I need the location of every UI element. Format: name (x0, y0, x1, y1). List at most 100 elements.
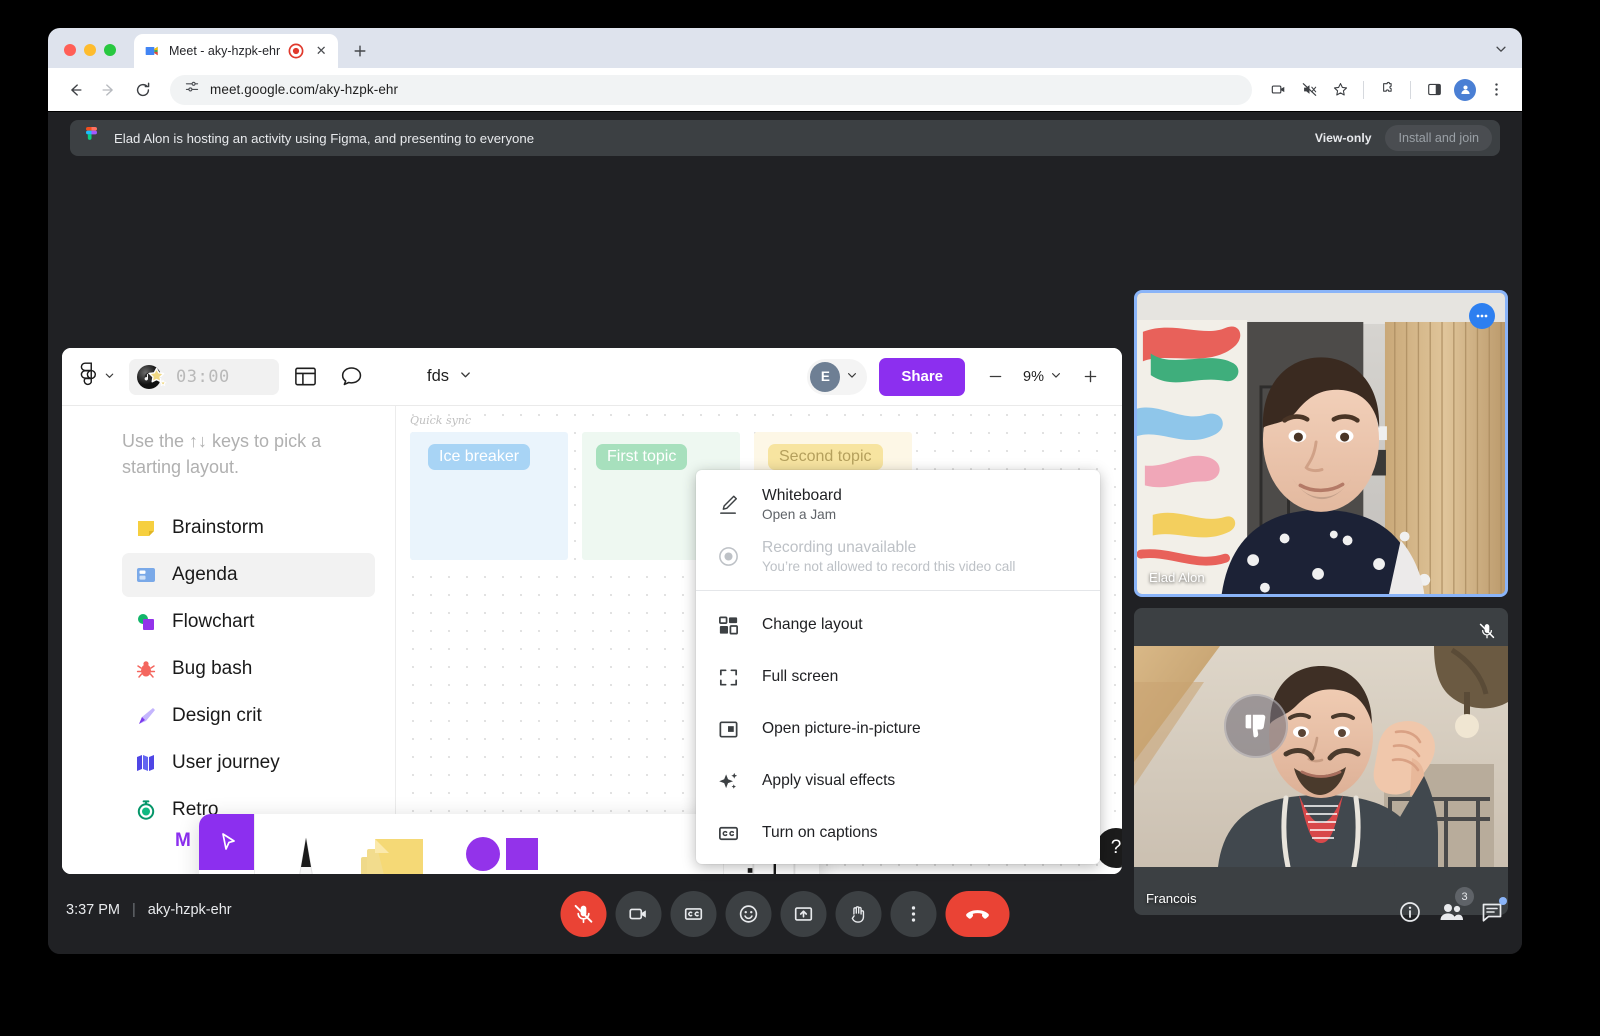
current-time: 3:37 PM (66, 902, 120, 918)
menu-item-subtitle: Open a Jam (762, 506, 837, 522)
activity-timer[interactable]: 03:00 (129, 358, 279, 395)
microphone-button[interactable] (560, 891, 607, 937)
close-window-button[interactable] (64, 44, 76, 56)
new-tab-button[interactable] (346, 37, 374, 65)
camera-button[interactable] (615, 891, 662, 937)
install-and-join-button[interactable]: Install and join (1385, 125, 1492, 151)
people-count-badge: 3 (1455, 887, 1474, 906)
layout-hint-text: Use the ↑↓ keys to pick a starting layou… (122, 431, 322, 478)
browser-tab[interactable]: Meet - aky-hzpk-ehr ✕ (134, 34, 339, 68)
more-options-button[interactable] (890, 891, 937, 937)
side-panel-icon[interactable] (1420, 76, 1448, 104)
leave-call-button[interactable] (945, 891, 1010, 937)
template-item-user-journey[interactable]: User journey (122, 741, 375, 785)
template-label: Bug bash (172, 658, 253, 680)
people-button[interactable]: 3 (1438, 887, 1474, 924)
reactions-button[interactable] (725, 891, 772, 937)
menu-item-visual-effects[interactable]: Apply visual effects (696, 755, 1100, 807)
menu-item-title: Whiteboard (762, 486, 842, 504)
tabstrip-menu-button[interactable] (1494, 42, 1522, 68)
sticky-notes-icon[interactable] (357, 835, 427, 874)
back-arrow-icon[interactable] (60, 75, 90, 105)
template-item-brainstorm[interactable]: Brainstorm (122, 506, 375, 550)
comment-bubble-icon[interactable] (331, 357, 371, 397)
menu-item-title: Change layout (762, 616, 863, 633)
picture-in-picture-icon (716, 717, 740, 741)
chevron-down-icon (846, 368, 858, 386)
stopwatch-icon (134, 798, 158, 822)
record-circle-icon (716, 544, 740, 568)
address-bar[interactable]: meet.google.com/aky-hzpk-ehr (170, 74, 1252, 105)
google-meet-app: Elad Alon is hosting an activity using F… (48, 112, 1522, 954)
mic-off-icon (1478, 622, 1496, 645)
board-card: Second topic (768, 444, 883, 470)
profile-avatar-icon[interactable] (1451, 76, 1479, 104)
figma-user-chip[interactable]: E (807, 358, 868, 395)
chevron-down-icon (1050, 369, 1062, 385)
camera-access-icon[interactable] (1264, 76, 1292, 104)
figma-icon (84, 127, 101, 149)
raise-hand-button[interactable] (835, 891, 882, 937)
map-icon (134, 751, 158, 775)
forward-arrow-icon[interactable] (94, 75, 124, 105)
bookmark-star-icon[interactable] (1326, 76, 1354, 104)
participant-video (1134, 646, 1508, 870)
template-item-design-crit[interactable]: Design crit (122, 694, 375, 738)
zoom-level-button[interactable]: 9% (1013, 369, 1072, 385)
menu-item-picture-in-picture[interactable]: Open picture-in-picture (696, 703, 1100, 755)
menu-item-subtitle: You’re not allowed to record this video … (762, 558, 1016, 574)
template-item-flowchart[interactable]: Flowchart (122, 600, 375, 644)
pen-icon[interactable] (289, 835, 323, 874)
reload-icon[interactable] (128, 75, 158, 105)
tune-icon[interactable] (184, 79, 200, 100)
participant-tile-elad-alon[interactable]: Elad Alon (1134, 290, 1508, 597)
pen-nib-icon (134, 704, 158, 728)
call-controls (560, 891, 1010, 937)
menu-item-change-layout[interactable]: Change layout (696, 599, 1100, 651)
select-tool-group (199, 814, 255, 874)
starting-layout-panel: Use the ↑↓ keys to pick a starting layou… (62, 406, 396, 874)
menu-item-captions[interactable]: Turn on captions (696, 807, 1100, 859)
agenda-panel-icon (134, 563, 158, 587)
present-button[interactable] (780, 891, 827, 937)
tab-recording-icon[interactable] (288, 43, 304, 59)
cursor-arrow-icon[interactable] (199, 814, 254, 870)
template-item-bug-bash[interactable]: Bug bash (122, 647, 375, 691)
close-icon[interactable]: ✕ (312, 42, 330, 60)
chevron-down-icon (104, 370, 115, 384)
figma-menu-button[interactable] (80, 361, 115, 392)
zoom-level-value: 9% (1023, 368, 1044, 385)
layout-grid-icon[interactable] (285, 357, 325, 397)
captions-button[interactable] (670, 891, 717, 937)
chevron-down-icon (459, 367, 472, 386)
chat-button[interactable] (1480, 897, 1507, 924)
drawing-tools-group (255, 814, 723, 874)
minimize-window-button[interactable] (84, 44, 96, 56)
menu-item-recording: Recording unavailable You’re not allowed… (696, 530, 1100, 582)
zoom-out-button[interactable] (977, 359, 1013, 395)
more-options-icon[interactable] (1469, 303, 1495, 329)
board-label: Quick sync (410, 414, 472, 427)
template-item-agenda[interactable]: Agenda (122, 553, 375, 598)
meeting-info: 3:37 PM | aky-hzpk-ehr (66, 902, 232, 918)
tab-strip: Meet - aky-hzpk-ehr ✕ (48, 28, 1522, 68)
participant-name: Elad Alon (1149, 570, 1205, 585)
share-button[interactable]: Share (879, 357, 966, 396)
chrome-menu-icon[interactable] (1482, 76, 1510, 104)
hand-icon[interactable] (199, 870, 254, 874)
board-card: Ice breaker (428, 444, 531, 470)
template-label: Flowchart (172, 611, 255, 633)
zoom-in-button[interactable] (1072, 359, 1108, 395)
menu-item-full-screen[interactable]: Full screen (696, 651, 1100, 703)
board-card: First topic (596, 444, 688, 470)
tab-muted-icon[interactable] (1295, 76, 1323, 104)
figma-file-name-button[interactable]: fds (427, 367, 472, 386)
shapes-icon[interactable] (461, 835, 541, 875)
extensions-puzzle-icon[interactable] (1373, 76, 1401, 104)
meeting-details-button[interactable] (1398, 900, 1422, 924)
toolbar-divider (1363, 80, 1364, 99)
maximize-window-button[interactable] (104, 44, 116, 56)
participant-tile-francois[interactable]: Francois (1134, 608, 1508, 915)
menu-item-whiteboard[interactable]: Whiteboard Open a Jam (696, 478, 1100, 530)
view-only-label: View-only (1314, 131, 1372, 145)
